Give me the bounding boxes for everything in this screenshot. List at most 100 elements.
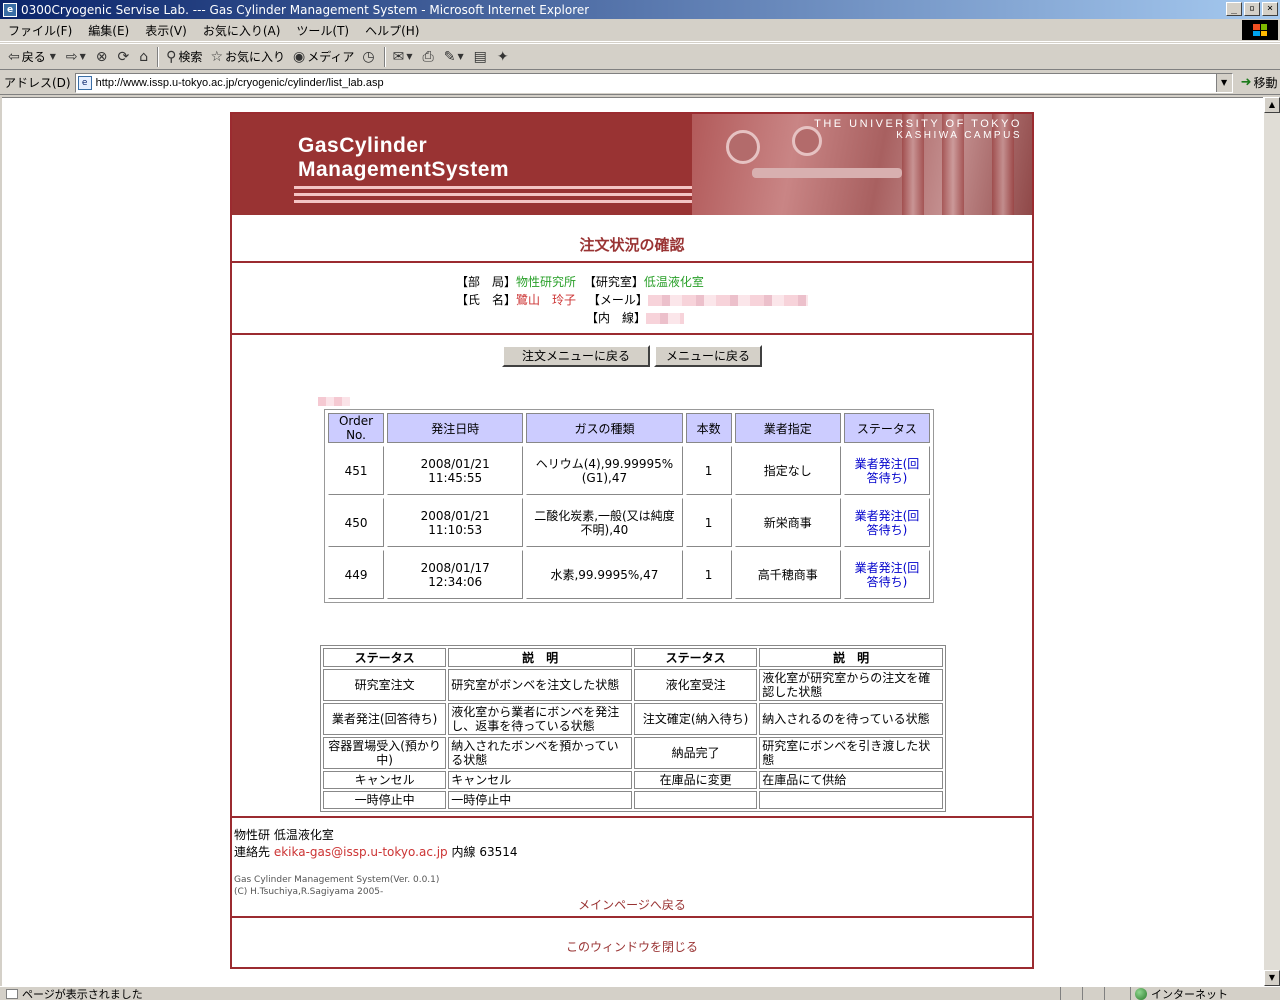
close-button[interactable]: × [1262, 2, 1278, 16]
banner-title-line2: ManagementSystem [298, 158, 510, 181]
window-title: 0300Cryogenic Servise Lab. --- Gas Cylin… [21, 2, 590, 17]
gas-type: 水素,99.9995%,47 [526, 550, 683, 599]
page-title: 注文状況の確認 [232, 215, 1032, 263]
footer-contact: 連絡先 ekika-gas@issp.u-tokyo.ac.jp 内線 6351… [234, 845, 518, 859]
maximize-button[interactable]: ▫ [1244, 2, 1260, 16]
user-row-ext: 【内 線】 [586, 309, 685, 326]
redacted-email [647, 295, 808, 306]
main-menu-button[interactable]: メニューに戻る [654, 345, 762, 367]
legend-status: 液化室受注 [633, 669, 758, 701]
address-bar: アドレス(D) e http://www.issp.u-tokyo.ac.jp/… [0, 71, 1280, 95]
mail-button[interactable]: ✉ ▼ [389, 46, 419, 68]
home-button[interactable]: ⌂ [135, 46, 154, 68]
vendor: 新栄商事 [734, 498, 841, 547]
legend-status: 一時停止中 [323, 791, 447, 809]
favorites-button[interactable]: ☆ お気に入り [206, 46, 289, 68]
main-page-link[interactable]: メインページへ戻る [232, 896, 1032, 913]
status-link[interactable]: 業者発注(回答待ち) [843, 498, 930, 547]
minimize-button[interactable]: _ [1226, 2, 1242, 16]
scroll-up-icon[interactable]: ▲ [1264, 97, 1280, 113]
name-value: 鷺山 玲子 [516, 293, 577, 307]
browser-viewport: GasCylinder ManagementSystem THE UNIVERS… [2, 97, 1263, 986]
media-button[interactable]: ◉ メディア [289, 46, 358, 68]
table-row: 研究室注文 研究室がボンベを注文した状態 液化室受注 液化室が研究室からの注文を… [323, 669, 943, 701]
version-info: Gas Cylinder Management System(Ver. 0.0.… [234, 874, 1032, 898]
chevron-down-icon[interactable]: ▼ [1215, 73, 1232, 92]
orders-section: 注文メニューに戻る メニューに戻る Order No. 発注日時 ガスの種類 本… [232, 335, 1032, 818]
stop-button[interactable]: ⊗ [92, 46, 114, 68]
banner-stripe [294, 186, 692, 189]
refresh-button[interactable]: ⟳ [114, 46, 136, 68]
menu-favorites[interactable]: お気に入り(A) [195, 22, 289, 39]
forward-button[interactable]: ⇨ ▼ [62, 46, 92, 68]
messenger-button[interactable]: ✦ [493, 46, 515, 68]
menu-file[interactable]: ファイル(F) [0, 22, 80, 39]
document-icon: ▤ [473, 48, 487, 65]
user-row-dept: 【部 局】物性研究所 【研究室】低温液化室 [456, 275, 704, 289]
windows-logo-icon [1242, 20, 1278, 40]
page-icon: e [77, 75, 92, 90]
go-arrow-icon: ➜ [1240, 75, 1252, 90]
legend-status: 容器置場受入(預かり中) [323, 737, 447, 769]
go-button[interactable]: ➜ 移動 [1241, 74, 1278, 91]
col-gas-type: ガスの種類 [526, 413, 683, 443]
table-row: 451 2008/01/21 11:45:55 ヘリウム(4),99.99995… [328, 446, 930, 495]
window-controls: _ ▫ × [1226, 2, 1278, 16]
menu-edit[interactable]: 編集(E) [80, 22, 137, 39]
order-date: 2008/01/17 12:34:06 [387, 550, 524, 599]
legend-description: 納入されるのを待っている状態 [759, 703, 943, 735]
legend-description: キャンセル [448, 771, 632, 789]
scroll-down-icon[interactable]: ▼ [1264, 970, 1280, 986]
email-link[interactable]: ekika-gas@issp.u-tokyo.ac.jp [274, 845, 448, 859]
address-label: アドレス(D) [4, 76, 71, 90]
footer-org: 物性研 低温液化室 [234, 828, 334, 842]
status-link[interactable]: 業者発注(回答待ち) [843, 550, 930, 599]
menu-tools[interactable]: ツール(T) [288, 22, 357, 39]
vendor: 指定なし [734, 446, 841, 495]
edit-icon: ✎ [443, 48, 456, 65]
vertical-scrollbar[interactable]: ▲ ▼ [1263, 97, 1280, 986]
close-window-link[interactable]: このウィンドウを閉じる [232, 938, 1032, 955]
table-row: 容器置場受入(預かり中) 納入されたボンベを預かっている状態 納品完了 研究室に… [323, 737, 943, 769]
ie-icon: e [3, 2, 17, 17]
status-bar: ページが表示されました インターネット [0, 986, 1280, 1000]
menu-view[interactable]: 表示(V) [137, 22, 195, 39]
chevron-down-icon[interactable]: ▼ [80, 52, 86, 61]
legend-status: キャンセル [323, 771, 447, 789]
order-no: 450 [328, 498, 385, 547]
legend-description: 液化室が研究室からの注文を確認した状態 [759, 669, 943, 701]
col-vendor: 業者指定 [734, 413, 841, 443]
back-button[interactable]: ⇦ 戻る ▼ [4, 46, 62, 68]
back-arrow-icon: ⇦ [8, 48, 20, 65]
chevron-down-icon[interactable]: ▼ [50, 52, 56, 61]
chevron-down-icon[interactable]: ▼ [406, 52, 412, 61]
legend-description: 研究室にボンベを引き渡した状態 [759, 737, 943, 769]
table-row: 450 2008/01/21 11:10:53 二酸化炭素,一般(又は純度不明)… [328, 498, 930, 547]
forward-arrow-icon: ⇨ [65, 48, 78, 65]
chevron-down-icon[interactable]: ▼ [457, 52, 463, 61]
legend-col-description: 説 明 [759, 648, 943, 667]
table-row: 業者発注(回答待ち) 液化室から業者にボンベを発注し、返事を待っている状態 注文… [323, 703, 943, 735]
banner-title-line1: GasCylinder [298, 134, 428, 157]
redacted-text [318, 397, 350, 406]
title-bar: e 0300Cryogenic Servise Lab. --- Gas Cyl… [0, 0, 1280, 19]
legend-status [633, 791, 758, 809]
menu-help[interactable]: ヘルプ(H) [357, 22, 427, 39]
print-button[interactable]: ⎙ [419, 46, 440, 68]
legend-description: 在庫品にて供給 [759, 771, 943, 789]
legend-description: 一時停止中 [448, 791, 632, 809]
edit-button[interactable]: ✎ ▼ [440, 46, 470, 68]
internet-globe-icon [1135, 988, 1147, 1000]
home-icon: ⌂ [139, 48, 149, 65]
history-button[interactable]: ◷ [358, 46, 380, 68]
table-row: キャンセル キャンセル 在庫品に変更 在庫品にて供給 [323, 771, 943, 789]
address-input[interactable]: e http://www.issp.u-tokyo.ac.jp/cryogeni… [74, 72, 1233, 93]
legend-status: 業者発注(回答待ち) [323, 703, 447, 735]
order-menu-button[interactable]: 注文メニューに戻る [502, 345, 650, 367]
status-link[interactable]: 業者発注(回答待ち) [843, 446, 930, 495]
discuss-button[interactable]: ▤ [470, 46, 493, 68]
gauge-graphic [726, 130, 760, 164]
search-button[interactable]: ⚲ 検索 [162, 46, 206, 68]
security-zone: インターネット [1130, 987, 1228, 1000]
toolbar-separator [383, 46, 386, 67]
